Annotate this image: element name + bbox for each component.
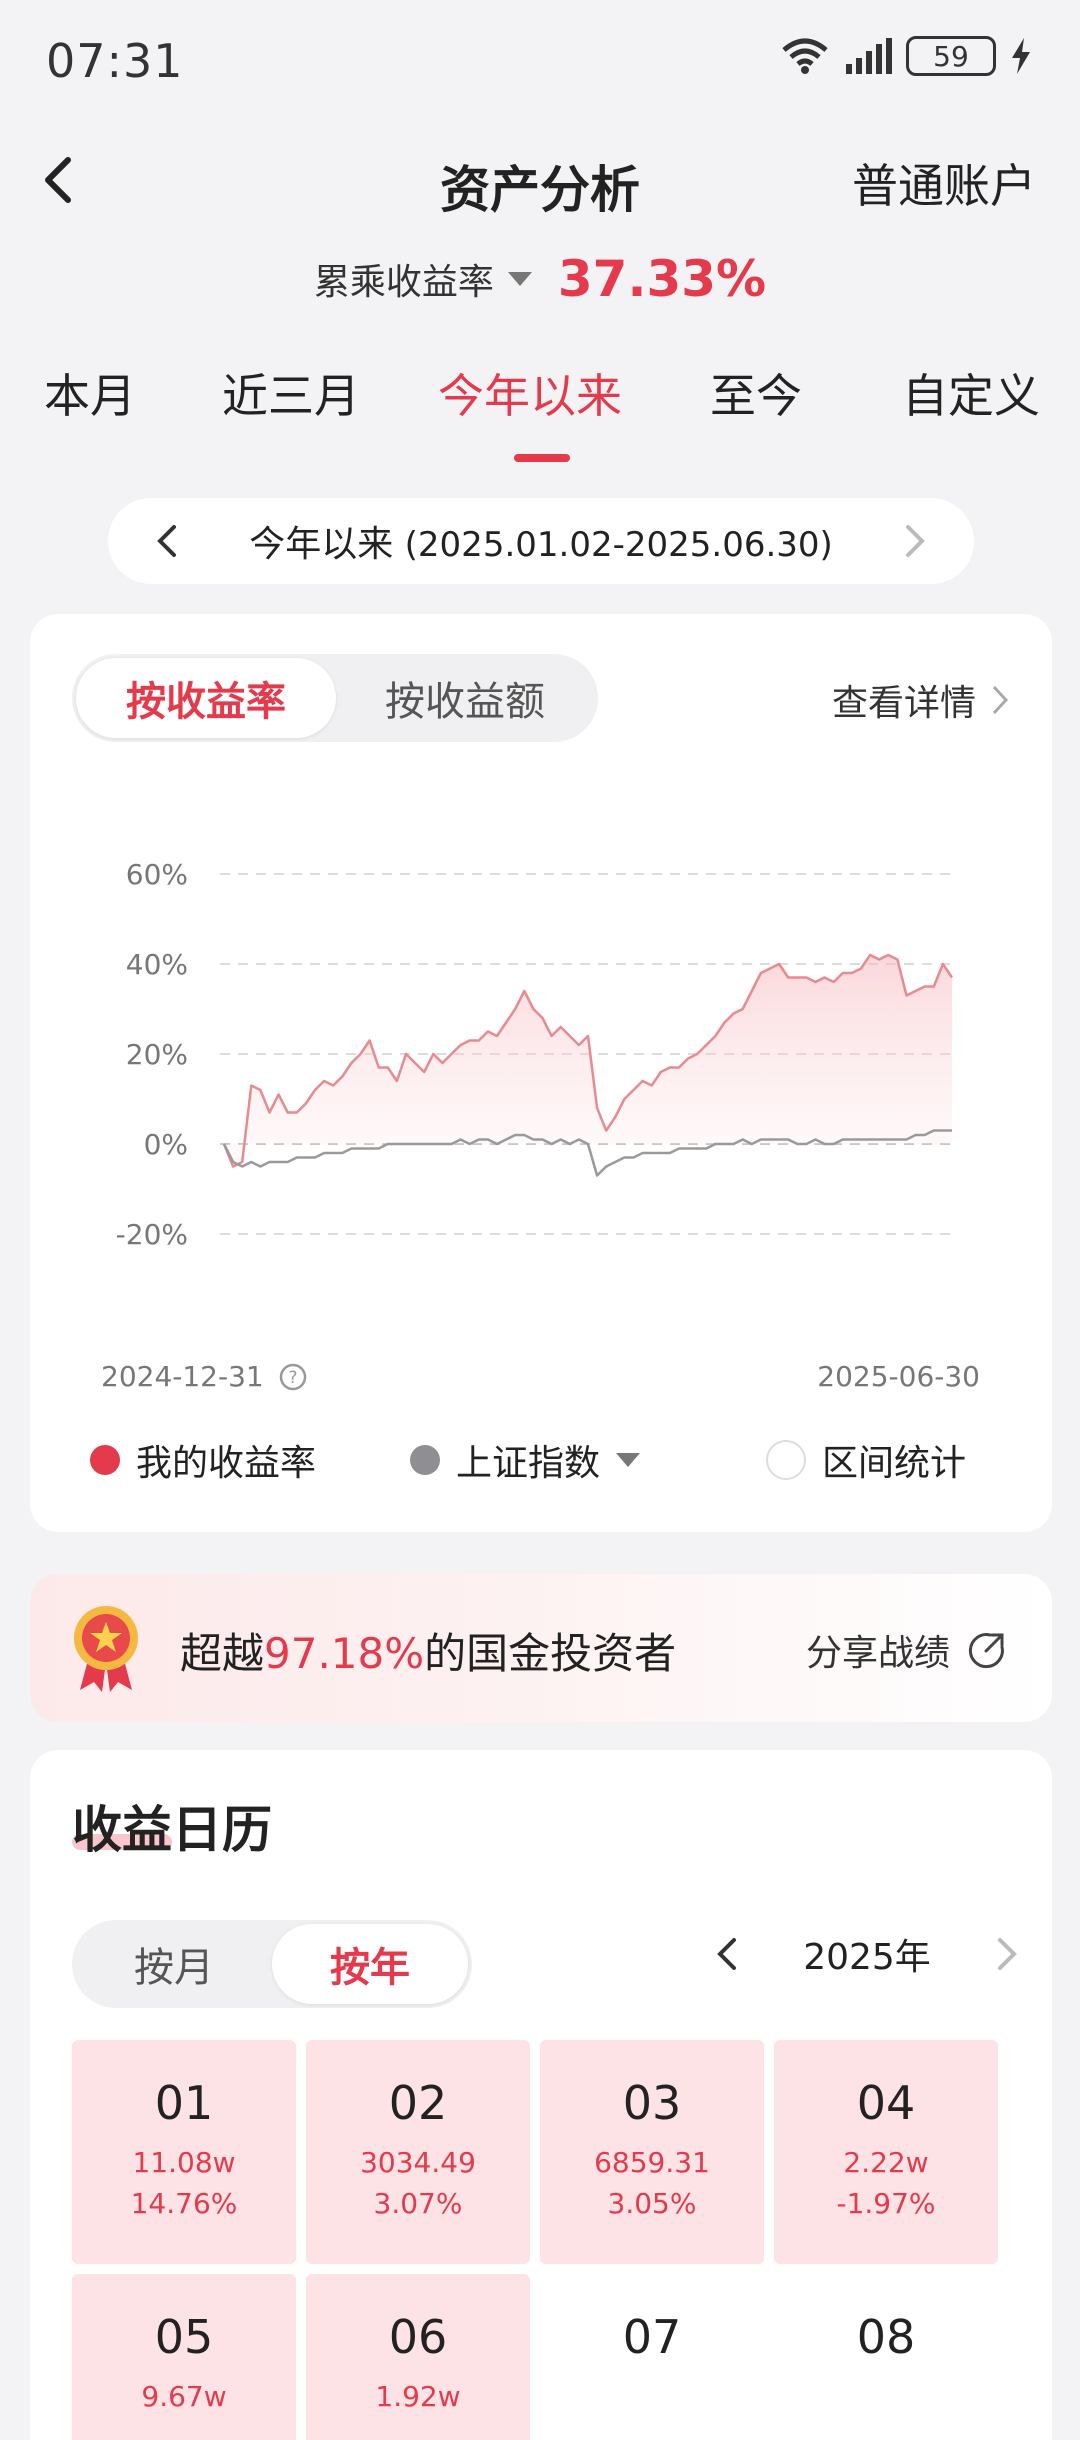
status-time: 07:31 bbox=[46, 34, 184, 88]
help-icon[interactable]: ? bbox=[278, 1362, 308, 1392]
share-label: 分享战绩 bbox=[805, 1633, 950, 1674]
cumulative-value: 37.33% bbox=[557, 250, 767, 308]
legend-index[interactable]: 上证指数 bbox=[410, 1434, 641, 1486]
battery-icon: 59 bbox=[906, 36, 996, 76]
tab-this-month[interactable]: 本月 bbox=[44, 360, 136, 426]
month-percent: 3.07% bbox=[373, 2187, 463, 2220]
cumulative-return[interactable]: 累乘收益率 37.33% bbox=[0, 250, 1080, 308]
month-cell[interactable]: 06 1.92w bbox=[306, 2274, 530, 2440]
legend-index-label: 上证指数 bbox=[456, 1443, 601, 1484]
month-number: 06 bbox=[388, 2310, 448, 2364]
share-button[interactable]: 分享战绩 bbox=[806, 1624, 1006, 1676]
tab-indicator bbox=[514, 454, 570, 462]
legend-mine-label: 我的收益率 bbox=[136, 1443, 317, 1484]
month-amount: 1.92w bbox=[375, 2380, 461, 2413]
month-cell[interactable]: 01 11.08w 14.76% bbox=[72, 2040, 296, 2264]
view-detail-link[interactable]: 查看详情 bbox=[832, 674, 1010, 726]
month-cell[interactable]: 04 2.22w -1.97% bbox=[774, 2040, 998, 2264]
cumulative-label: 累乘收益率 bbox=[313, 262, 494, 303]
month-cell[interactable]: 03 6859.31 3.05% bbox=[540, 2040, 764, 2264]
tab-three-months[interactable]: 近三月 bbox=[222, 360, 360, 426]
my-return-area bbox=[224, 955, 952, 1167]
charging-icon bbox=[1012, 38, 1030, 74]
month-number: 07 bbox=[622, 2310, 682, 2364]
month-amount: 11.08w bbox=[132, 2146, 236, 2179]
tab-year-to-date[interactable]: 今年以来 bbox=[438, 360, 622, 426]
chart-end-date: 2025-06-30 bbox=[817, 1360, 980, 1393]
svg-text:?: ? bbox=[288, 1368, 297, 1388]
chevron-right-icon bbox=[992, 685, 1009, 715]
month-number: 02 bbox=[388, 2076, 448, 2130]
month-cell[interactable]: 07 bbox=[540, 2274, 764, 2440]
chart-legend: 我的收益率 上证指数 区间统计 bbox=[90, 1434, 1030, 1484]
period-tabs: 本月 近三月 今年以来 至今 自定义 bbox=[0, 360, 1080, 462]
profit-calendar-card: 收益日历 按月 按年 2025年 01 11.08w 14.76% 02 303… bbox=[30, 1750, 1052, 2440]
mode-by-month[interactable]: 按月 bbox=[76, 1924, 272, 2004]
month-number: 05 bbox=[154, 2310, 214, 2364]
range-dates: (2025.01.02-2025.06.30) bbox=[404, 525, 833, 565]
chevron-right-icon[interactable] bbox=[992, 1934, 1022, 1974]
month-number: 03 bbox=[622, 2076, 682, 2130]
tab-custom[interactable]: 自定义 bbox=[902, 360, 1040, 426]
beat-percent: 97.18% bbox=[264, 1629, 425, 1678]
month-amount: 2.22w bbox=[843, 2146, 929, 2179]
chevron-right-icon[interactable] bbox=[900, 521, 930, 561]
beat-text: 超越97.18%的国金投资者 bbox=[180, 1620, 676, 1681]
caret-down-icon bbox=[507, 272, 532, 286]
beat-prefix: 超越 bbox=[180, 1629, 265, 1678]
view-detail-label: 查看详情 bbox=[831, 683, 976, 724]
mode-by-amount[interactable]: 按收益额 bbox=[336, 658, 594, 738]
signal-icon bbox=[846, 38, 892, 74]
account-switch-button[interactable]: 普通账户 bbox=[852, 150, 1036, 216]
chart-start: 2024-12-31 ? bbox=[101, 1360, 308, 1393]
legend-my-return[interactable]: 我的收益率 bbox=[90, 1434, 316, 1486]
y-tick-label: -20% bbox=[116, 1218, 188, 1251]
mode-by-rate[interactable]: 按收益率 bbox=[76, 658, 336, 738]
month-amount: 9.67w bbox=[141, 2380, 227, 2413]
range-selector: 今年以来 (2025.01.02-2025.06.30) bbox=[108, 498, 974, 584]
y-tick-label: 60% bbox=[126, 858, 188, 891]
month-cell[interactable]: 02 3034.49 3.07% bbox=[306, 2040, 530, 2264]
calendar-mode-switch: 按月 按年 bbox=[72, 1920, 472, 2008]
y-tick-label: 40% bbox=[126, 948, 188, 981]
status-icons: 59 bbox=[780, 36, 1032, 76]
month-amount: 3034.49 bbox=[360, 2146, 476, 2179]
caret-down-icon bbox=[616, 1453, 641, 1467]
calendar-title: 收益日历 bbox=[72, 1801, 272, 1859]
chart-mode-switch: 按收益率 按收益额 bbox=[72, 654, 598, 742]
month-number: 08 bbox=[856, 2310, 916, 2364]
legend-dot-index bbox=[410, 1445, 440, 1475]
wifi-icon bbox=[782, 38, 828, 74]
range-label: 今年以来 (2025.01.02-2025.06.30) bbox=[249, 515, 833, 567]
legend-dot-mine bbox=[90, 1445, 120, 1475]
return-chart[interactable]: 60% 40% 20% 0% -20% bbox=[30, 814, 1052, 1314]
month-cell[interactable]: 05 9.67w bbox=[72, 2274, 296, 2440]
medal-icon bbox=[74, 1606, 138, 1692]
month-percent: 3.05% bbox=[607, 2187, 697, 2220]
share-icon bbox=[968, 1633, 1004, 1669]
year-navigator: 2025年 bbox=[712, 1928, 1022, 1980]
legend-interval-label: 区间统计 bbox=[822, 1443, 967, 1484]
month-percent: -1.97% bbox=[836, 2187, 936, 2220]
beat-banner: 超越97.18%的国金投资者 分享战绩 bbox=[30, 1574, 1052, 1722]
chevron-left-icon[interactable] bbox=[152, 521, 182, 561]
legend-interval-stats[interactable]: 区间统计 bbox=[766, 1434, 966, 1486]
chevron-left-icon[interactable] bbox=[712, 1934, 742, 1974]
y-tick-label: 20% bbox=[126, 1038, 188, 1071]
month-amount: 6859.31 bbox=[594, 2146, 710, 2179]
interval-radio[interactable] bbox=[766, 1440, 806, 1480]
month-number: 04 bbox=[856, 2076, 916, 2130]
tab-to-date[interactable]: 至今 bbox=[710, 360, 802, 426]
month-cell[interactable]: 08 bbox=[774, 2274, 998, 2440]
mode-by-year[interactable]: 按年 bbox=[272, 1924, 468, 2004]
range-period: 今年以来 bbox=[249, 524, 394, 565]
month-percent: 14.76% bbox=[130, 2187, 238, 2220]
month-number: 01 bbox=[154, 2076, 214, 2130]
y-tick-label: 0% bbox=[144, 1128, 188, 1161]
chart-card: 按收益率 按收益额 查看详情 60% 40% 20% 0% -20% 2024-12-3… bbox=[30, 614, 1052, 1532]
year-label: 2025年 bbox=[803, 1937, 931, 1978]
chart-start-date: 2024-12-31 bbox=[101, 1360, 264, 1393]
beat-suffix: 的国金投资者 bbox=[424, 1629, 677, 1678]
